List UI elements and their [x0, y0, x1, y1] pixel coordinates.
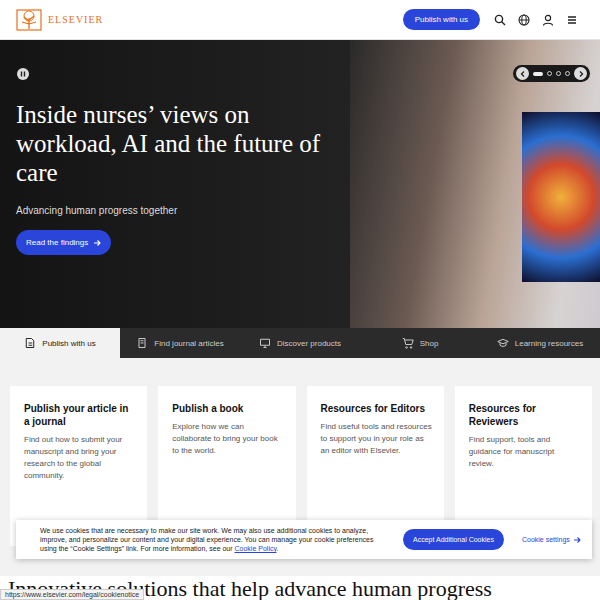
card-text: Explore how we can collaborate to bring … — [172, 421, 283, 457]
prev-slide-button[interactable] — [516, 67, 529, 80]
tab[interactable]: Shop — [360, 328, 480, 358]
hero-photo — [350, 40, 600, 328]
tab-bar: Publish with usFind journal articlesDisc… — [0, 328, 600, 358]
card-title: Resources for Reviewers — [469, 402, 580, 428]
logo-text: ELSEVIER — [48, 14, 103, 25]
card-text: Find out how to submit your manuscript a… — [24, 434, 135, 482]
tab-icon — [402, 337, 414, 349]
tab-icon — [24, 337, 36, 349]
menu-icon[interactable] — [566, 14, 578, 26]
logo[interactable]: ELSEVIER — [16, 9, 103, 31]
carousel-controls — [513, 65, 590, 82]
hero-subtitle: Advancing human progress together — [16, 205, 340, 216]
top-actions: Publish with us — [403, 9, 578, 30]
page: ELSEVIER Publish with us Inside nurses’ vi… — [0, 0, 600, 600]
pause-icon — [20, 71, 26, 77]
tab[interactable]: Learning resources — [480, 328, 600, 358]
arrow-right-icon — [573, 536, 581, 544]
pause-button[interactable] — [17, 68, 29, 80]
search-icon[interactable] — [494, 14, 506, 26]
status-url: https://www.elsevier.com/legal/cookienot… — [0, 589, 144, 600]
tab[interactable]: Find journal articles — [120, 328, 240, 358]
cookie-settings-link[interactable]: Cookie settings — [522, 536, 581, 544]
card-title: Publish a book — [172, 402, 283, 415]
tab-icon — [259, 337, 271, 349]
card-title: Publish your article in a journal — [24, 402, 135, 428]
tab-icon — [497, 337, 509, 349]
tab-icon — [136, 337, 148, 349]
slide-indicator[interactable] — [556, 71, 561, 76]
top-bar: ELSEVIER Publish with us — [0, 0, 600, 40]
cookie-banner: We use cookies that are necessary to mak… — [16, 520, 592, 559]
hero-title: Inside nurses’ views on workload, AI and… — [16, 100, 340, 187]
cookie-policy-link[interactable]: Cookie Policy — [235, 545, 277, 552]
card-text: Find support, tools and guidance for man… — [469, 434, 580, 470]
chevron-left-icon — [519, 70, 527, 78]
globe-icon[interactable] — [518, 14, 530, 26]
hero-text: Inside nurses’ views on workload, AI and… — [0, 40, 350, 328]
arrow-right-icon — [93, 239, 101, 247]
scan-image — [522, 112, 600, 282]
slide-indicator[interactable] — [547, 71, 552, 76]
hero: Inside nurses’ views on workload, AI and… — [0, 40, 600, 328]
read-findings-button[interactable]: Read the findings — [16, 230, 111, 255]
slide-indicator[interactable] — [533, 72, 543, 76]
accept-cookies-button[interactable]: Accept Additional Cookies — [403, 529, 504, 550]
tree-icon — [16, 9, 42, 31]
user-icon[interactable] — [542, 14, 554, 26]
card-title: Resources for Editors — [321, 402, 432, 415]
publish-button[interactable]: Publish with us — [403, 9, 480, 30]
slide-indicator[interactable] — [565, 71, 570, 76]
chevron-right-icon — [577, 70, 585, 78]
tab[interactable]: Discover products — [240, 328, 360, 358]
cookie-text: We use cookies that are necessary to mak… — [40, 526, 385, 553]
next-slide-button[interactable] — [574, 67, 587, 80]
card-text: Find useful tools and resources to suppo… — [321, 421, 432, 457]
tab[interactable]: Publish with us — [0, 328, 120, 358]
